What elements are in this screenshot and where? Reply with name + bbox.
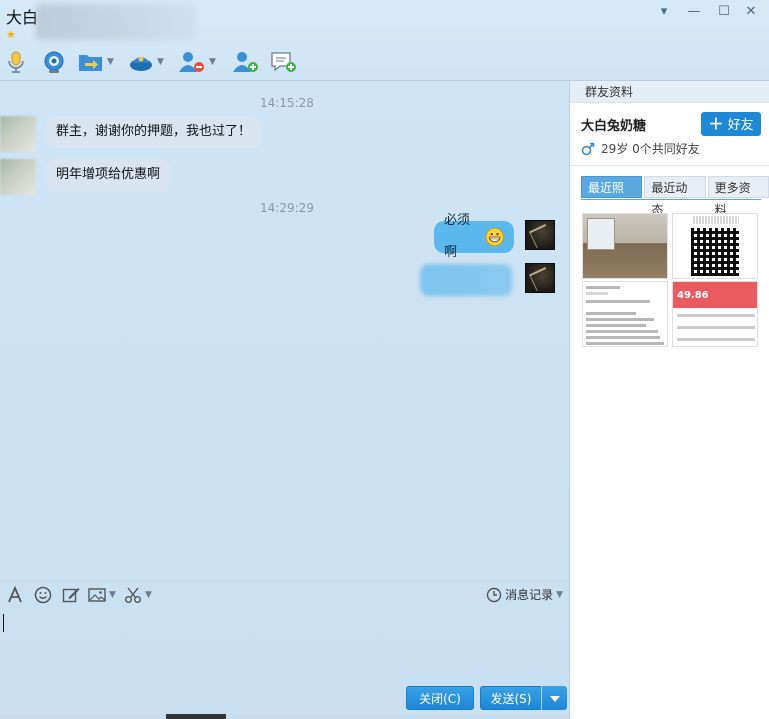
police-button[interactable]: ▼ [128, 48, 164, 76]
photo-thumbnail[interactable] [672, 213, 758, 279]
history-label: 消息记录 [505, 588, 554, 602]
message-input[interactable] [0, 610, 569, 682]
minimize-button[interactable]: — [684, 4, 704, 20]
tab-recent-photos[interactable]: 最近照片 [581, 176, 643, 217]
dropdown-button[interactable]: ▾ [654, 4, 674, 20]
profile-tabs: 最近照片 最近动态 更多资料 [581, 176, 769, 217]
scissors-icon [125, 587, 141, 603]
blurred-outgoing-message [420, 264, 512, 296]
folder-arrow-icon [79, 55, 102, 71]
remove-user-icon [179, 52, 204, 72]
title-bar: 大白 ★ ▾ — ☐ ✕ [0, 0, 769, 46]
input-divider [0, 580, 569, 581]
edit-button[interactable] [62, 586, 80, 604]
plus-icon: ＋ [708, 115, 724, 133]
profile-name: 大白兔奶糖 [581, 119, 647, 134]
voice-button[interactable] [6, 48, 26, 76]
text-cursor [3, 614, 4, 632]
maximize-button[interactable]: ☐ [714, 4, 734, 20]
profile-info: 29岁 0个共同好友 [581, 140, 700, 157]
image-icon [88, 588, 106, 602]
close-window-button[interactable]: ✕ [741, 4, 761, 20]
panel-header: 群友资料 [570, 81, 769, 103]
font-icon [8, 586, 22, 603]
star-icon: ★ [6, 28, 16, 41]
remove-member-button[interactable]: ▼ [178, 48, 216, 76]
chevron-down-icon: ▼ [209, 57, 216, 67]
photo-thumbnail[interactable]: 49.86 [672, 281, 758, 347]
blurred-title-region [36, 4, 196, 40]
avatar[interactable] [525, 263, 555, 293]
webcam-icon [44, 51, 64, 73]
new-discussion-icon [271, 52, 296, 72]
outgoing-message-bubble: 必须啊 [434, 213, 514, 260]
image-button[interactable]: ▼ [88, 586, 116, 604]
incoming-message-bubble: 明年增项给优惠啊 [46, 159, 171, 191]
add-member-button[interactable] [232, 48, 260, 76]
add-friend-button[interactable]: ＋ 好友 [701, 112, 761, 136]
input-toolbar: ▼ ▼ 消息记录 ▼ [0, 582, 569, 608]
outgoing-message-text: 必须啊 [444, 213, 471, 260]
photo-thumbnail[interactable] [582, 213, 668, 279]
grin-emoji-icon [485, 227, 504, 247]
police-icon [130, 56, 152, 71]
emoji-button[interactable] [34, 586, 52, 604]
tab-recent-activity[interactable]: 最近动态 [644, 176, 706, 217]
close-button[interactable]: 关闭(C) [406, 686, 474, 710]
add-friend-label: 好友 [727, 118, 754, 133]
photo-thumbnail[interactable] [582, 281, 668, 347]
clock-icon [486, 587, 502, 602]
photo-grid: 49.86 [582, 213, 758, 349]
chat-window: 大白 ★ ▾ — ☐ ✕ ▼ ▼ ▼ 14:15:28 群主，谢谢你的押题，我也… [0, 0, 769, 719]
male-icon [581, 142, 595, 155]
chevron-down-icon: ▼ [107, 57, 114, 67]
chevron-down-icon: ▼ [109, 590, 116, 600]
profile-info-text: 29岁 0个共同好友 [601, 142, 700, 156]
chat-toolbar: ▼ ▼ ▼ [0, 48, 570, 78]
add-user-icon [233, 52, 258, 72]
font-button[interactable] [6, 586, 24, 604]
avatar[interactable] [0, 159, 36, 195]
smiley-icon [34, 586, 52, 604]
send-button[interactable]: 发送(S) [480, 686, 542, 710]
taskbar-strip [0, 714, 569, 719]
avatar[interactable] [0, 116, 36, 152]
chevron-down-icon: ▼ [556, 589, 563, 600]
window-title: 大白 [6, 8, 39, 27]
screenshot-button[interactable]: ▼ [124, 586, 152, 604]
chevron-down-icon: ▼ [157, 57, 164, 67]
message-area[interactable]: 14:15:28 群主，谢谢你的押题，我也过了！ 明年增项给优惠啊 14:29:… [0, 81, 569, 581]
file-transfer-button[interactable]: ▼ [78, 48, 114, 76]
microphone-icon [8, 51, 24, 73]
photo-amount: 49.86 [677, 290, 709, 301]
message-timestamp: 14:29:29 [260, 201, 314, 215]
edit-icon [62, 588, 80, 603]
member-profile-panel: 群友资料 大白兔奶糖 ＋ 好友 29岁 0个共同好友 最近照片 最近动态 更多资… [569, 81, 769, 719]
avatar[interactable] [525, 220, 555, 250]
send-options-button[interactable] [541, 686, 567, 710]
video-button[interactable] [42, 48, 66, 76]
tab-underline [581, 199, 761, 200]
chevron-down-icon [550, 696, 560, 702]
message-history-button[interactable]: 消息记录 ▼ [486, 586, 563, 603]
incoming-message-bubble: 群主，谢谢你的押题，我也过了！ [46, 116, 262, 148]
panel-divider [570, 165, 769, 166]
message-timestamp: 14:15:28 [260, 96, 314, 110]
new-discussion-button[interactable] [270, 48, 298, 76]
tab-more-info[interactable]: 更多资料 [707, 176, 769, 217]
chevron-down-icon: ▼ [145, 590, 152, 600]
